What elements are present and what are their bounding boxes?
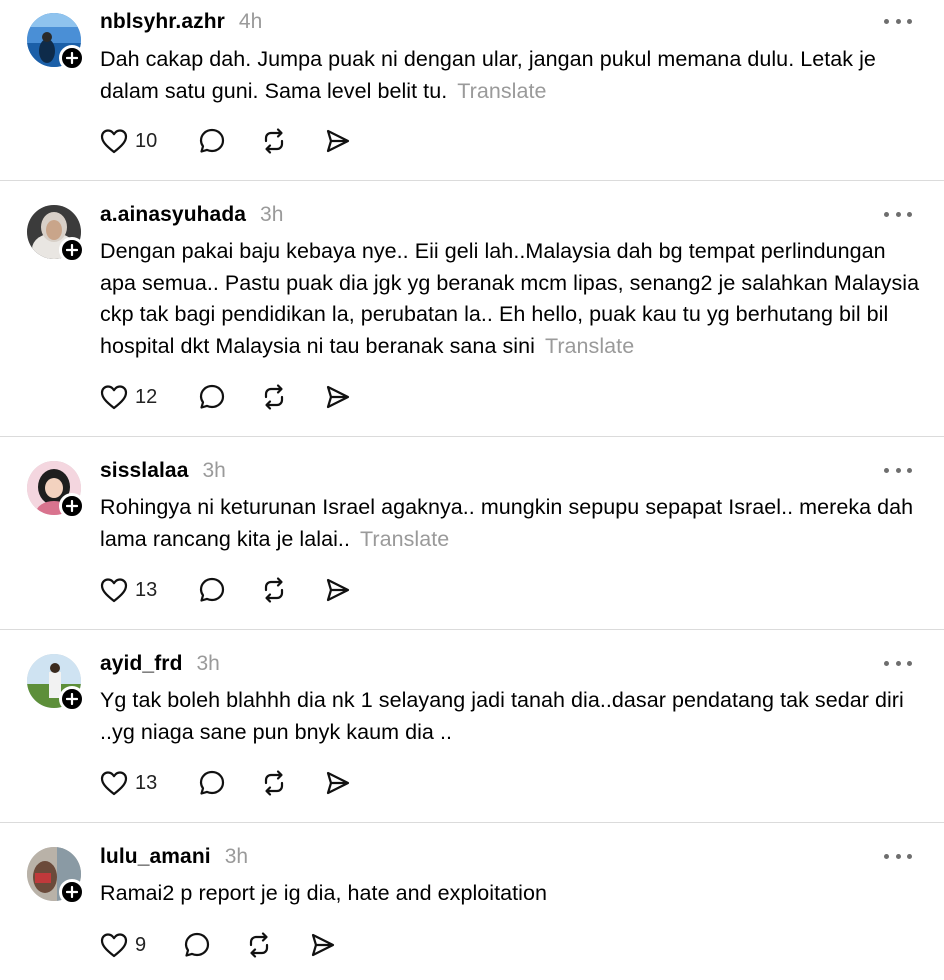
like-count: 13 (135, 771, 158, 794)
timestamp: 3h (202, 459, 226, 482)
translate-link[interactable]: Translate (457, 79, 546, 103)
timestamp: 4h (238, 10, 263, 33)
post-body: Ramai2 p report je ig dia, hate and expl… (100, 878, 920, 910)
like-count: 12 (135, 385, 158, 408)
follow-plus-icon[interactable] (59, 45, 85, 71)
like-button[interactable]: 9 (100, 932, 146, 958)
like-button[interactable]: 13 (100, 770, 157, 796)
repost-button[interactable] (245, 931, 273, 959)
post-body: Rohingya ni keturunan Israel agaknya.. m… (100, 492, 920, 555)
repost-button[interactable] (260, 383, 288, 411)
action-bar: 13 (100, 768, 352, 798)
avatar[interactable] (27, 654, 85, 712)
post-text: Dengan pakai baju kebaya nye.. Eii geli … (100, 239, 920, 358)
more-horizontal-icon[interactable] (884, 849, 912, 863)
post-header: a.ainasyuhada 3h (100, 203, 283, 229)
post-text: Ramai2 p report je ig dia, hate and expl… (100, 881, 548, 905)
repost-button[interactable] (260, 769, 288, 797)
reply-post: ayid_frd 3h Yg tak boleh blahhh dia nk 1… (0, 630, 944, 823)
action-bar: 12 (100, 382, 352, 412)
action-bar: 13 (100, 575, 352, 605)
like-button[interactable]: 13 (100, 577, 157, 603)
repost-button[interactable] (260, 576, 288, 604)
avatar[interactable] (27, 847, 85, 905)
follow-plus-icon[interactable] (59, 493, 85, 519)
translate-link[interactable]: Translate (360, 527, 449, 551)
username[interactable]: lulu_amani (100, 845, 211, 869)
more-horizontal-icon[interactable] (884, 656, 912, 670)
share-button[interactable] (324, 383, 352, 411)
reply-button[interactable] (198, 769, 226, 797)
more-horizontal-icon[interactable] (884, 207, 912, 221)
comment-bubble-icon (200, 384, 225, 409)
replies-feed: nblsyhr.azhr 4h Dah cakap dah. Jumpa pua… (0, 0, 944, 980)
heart-icon (100, 578, 128, 603)
reply-button[interactable] (183, 931, 211, 959)
repost-button[interactable] (260, 127, 288, 155)
follow-plus-icon[interactable] (59, 879, 85, 905)
post-header: sisslalaa 3h (100, 459, 226, 485)
share-button[interactable] (324, 576, 352, 604)
username[interactable]: ayid_frd (100, 652, 183, 676)
more-horizontal-icon[interactable] (884, 14, 912, 28)
heart-icon (100, 771, 128, 796)
reply-button[interactable] (198, 383, 226, 411)
avatar[interactable] (27, 205, 85, 263)
username[interactable]: a.ainasyuhada (100, 203, 246, 227)
repost-icon (265, 770, 284, 796)
like-button[interactable]: 10 (100, 128, 157, 154)
timestamp: 3h (224, 845, 249, 868)
like-count: 9 (135, 933, 147, 956)
send-icon (327, 385, 350, 409)
comment-bubble-icon (185, 932, 210, 957)
repost-icon (265, 384, 284, 410)
post-text: Yg tak boleh blahhh dia nk 1 selayang ja… (100, 688, 904, 744)
post-header: ayid_frd 3h (100, 652, 220, 678)
heart-icon (100, 933, 128, 958)
post-text: Rohingya ni keturunan Israel agaknya.. m… (100, 495, 914, 551)
comment-bubble-icon (200, 770, 225, 795)
translate-link[interactable]: Translate (545, 334, 634, 358)
reply-post: lulu_amani 3h Ramai2 p report je ig dia,… (0, 823, 944, 980)
action-bar: 10 (100, 126, 352, 156)
heart-icon (100, 385, 128, 410)
send-icon (327, 578, 350, 602)
post-header: lulu_amani 3h (100, 845, 248, 871)
repost-icon (265, 128, 284, 154)
reply-button[interactable] (198, 576, 226, 604)
heart-icon (100, 129, 128, 154)
like-count: 13 (135, 578, 158, 601)
send-icon (327, 771, 350, 795)
share-button[interactable] (324, 127, 352, 155)
reply-post: nblsyhr.azhr 4h Dah cakap dah. Jumpa pua… (0, 0, 944, 181)
post-body: Yg tak boleh blahhh dia nk 1 selayang ja… (100, 685, 920, 748)
repost-icon (265, 577, 284, 603)
post-body: Dengan pakai baju kebaya nye.. Eii geli … (100, 236, 920, 362)
follow-plus-icon[interactable] (59, 686, 85, 712)
action-bar: 9 (100, 930, 337, 960)
comment-bubble-icon (200, 577, 225, 602)
avatar[interactable] (27, 13, 85, 71)
send-icon (312, 933, 335, 957)
reply-button[interactable] (198, 127, 226, 155)
share-button[interactable] (309, 931, 337, 959)
follow-plus-icon[interactable] (59, 237, 85, 263)
more-horizontal-icon[interactable] (884, 463, 912, 477)
comment-bubble-icon (200, 128, 225, 153)
timestamp: 3h (260, 203, 284, 226)
reply-post: sisslalaa 3h Rohingya ni keturunan Israe… (0, 437, 944, 630)
share-button[interactable] (324, 769, 352, 797)
like-count: 10 (135, 129, 158, 152)
send-icon (327, 129, 350, 153)
username[interactable]: nblsyhr.azhr (100, 10, 225, 34)
avatar[interactable] (27, 461, 85, 519)
post-body: Dah cakap dah. Jumpa puak ni dengan ular… (100, 44, 920, 107)
repost-icon (250, 932, 269, 958)
username[interactable]: sisslalaa (100, 459, 188, 483)
reply-post: a.ainasyuhada 3h Dengan pakai baju kebay… (0, 181, 944, 437)
post-header: nblsyhr.azhr 4h (100, 10, 262, 36)
like-button[interactable]: 12 (100, 384, 157, 410)
timestamp: 3h (196, 652, 220, 675)
